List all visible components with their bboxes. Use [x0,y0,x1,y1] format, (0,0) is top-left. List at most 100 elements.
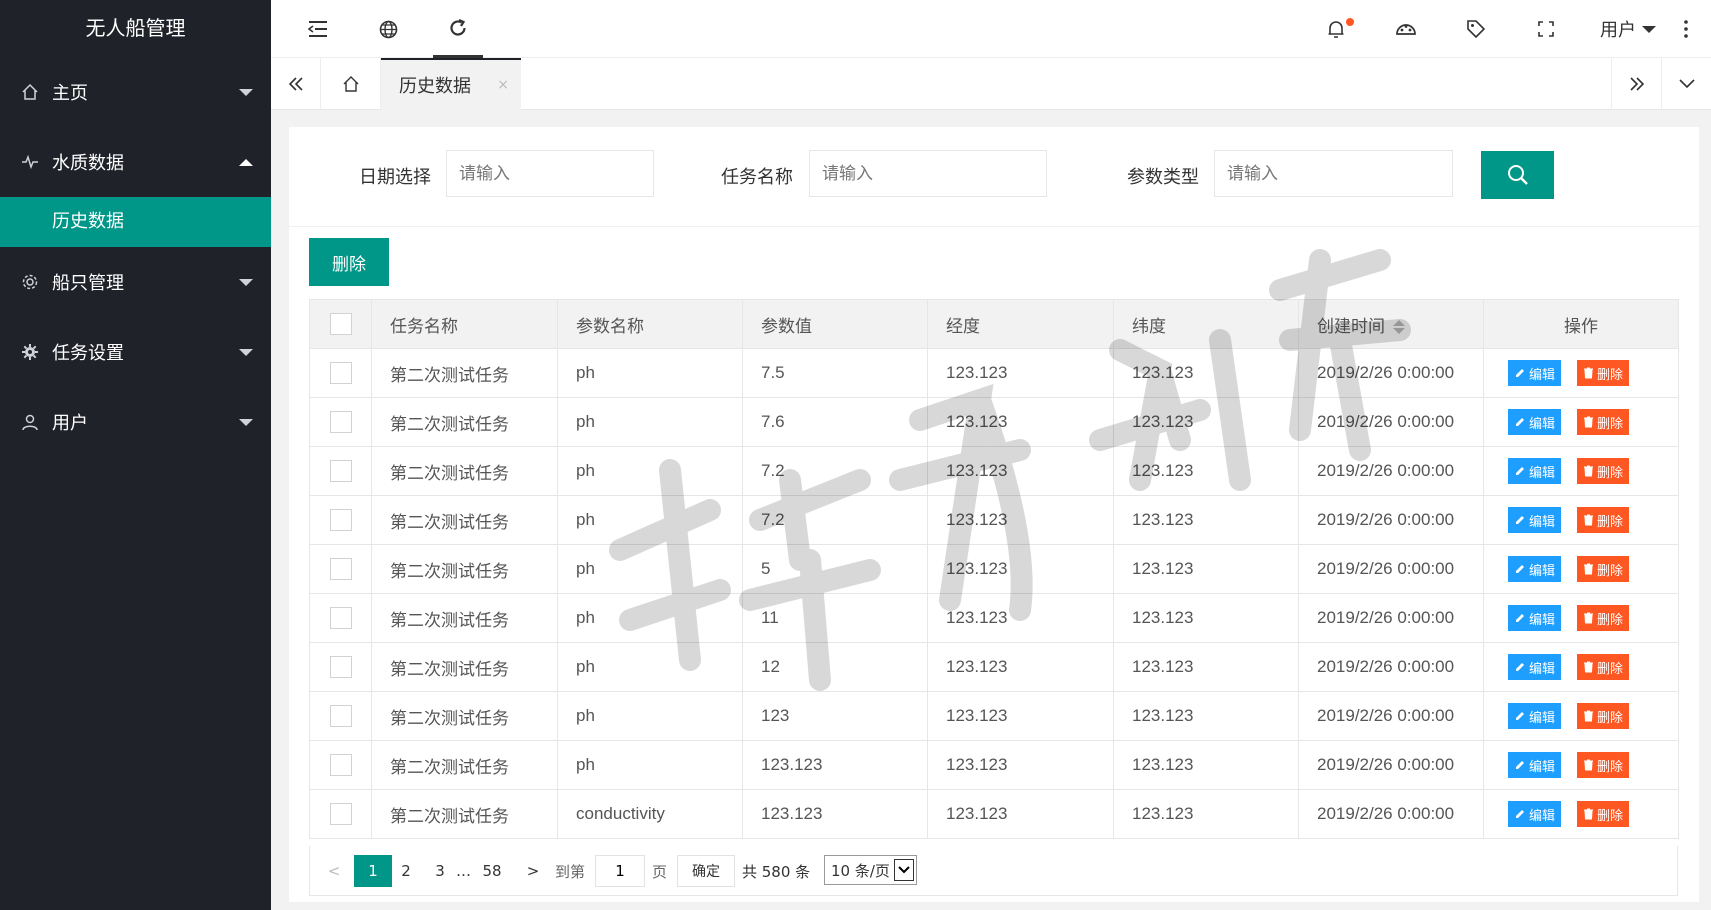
select-all-checkbox[interactable] [329,313,352,335]
cell-task-name: 第二次测试任务 [371,495,558,545]
row-actions: 编辑 删除 [1483,397,1679,447]
row-checkbox[interactable] [329,803,352,825]
pager-next-button[interactable]: > [523,855,543,887]
user-menu[interactable]: 用户 [1600,0,1656,58]
table-row: 第二次测试任务 ph 7.5 123.123 123.123 2019/2/26 0:00… [309,348,1679,398]
delete-button[interactable]: 删除 [1577,409,1630,435]
row-checkbox[interactable] [329,705,352,727]
theme-icon[interactable] [1381,0,1431,58]
cell-latitude: 123.123 [1113,446,1299,496]
pager-page-1[interactable]: 1 [354,855,392,887]
cell-created-time: 2019/2/26 0:00:00 [1298,691,1484,741]
trash-icon [1584,465,1594,477]
edit-button[interactable]: 编辑 [1508,556,1562,582]
pager-confirm-button[interactable]: 确定 [677,855,735,887]
table-row: 第二次测试任务 ph 5 123.123 123.123 2019/2/26 0:00:0… [309,544,1679,594]
pager-page-3[interactable]: 3 [432,855,448,887]
pager-total-count: 共 580 条 [742,862,811,881]
delete-button[interactable]: 删除 [1577,458,1630,484]
tab-menu-chevron-down-icon[interactable] [1661,58,1711,110]
fullscreen-icon[interactable] [1521,0,1571,58]
edit-button[interactable]: 编辑 [1508,409,1562,435]
row-checkbox[interactable] [329,411,352,433]
table-row: 第二次测试任务 conductivity 123.123 123.123 123.123… [309,789,1679,839]
delete-button[interactable]: 删除 [1577,654,1630,680]
tab-scroll-right-icon[interactable] [1611,58,1661,110]
cell-longitude: 123.123 [927,593,1114,643]
tab-history-data[interactable]: 历史数据 × [381,58,521,110]
cell-latitude: 123.123 [1113,642,1299,692]
row-actions: 编辑 删除 [1483,446,1679,496]
row-actions: 编辑 删除 [1483,593,1679,643]
more-icon[interactable] [1661,0,1711,58]
sidebar-item-users[interactable]: 用户 [0,387,271,457]
task-name-input[interactable] [809,150,1047,197]
row-checkbox[interactable] [329,509,352,531]
sort-icon[interactable] [1393,319,1405,334]
column-header-longitude: 经度 [927,299,1114,349]
globe-icon[interactable] [363,0,413,58]
row-actions: 编辑 删除 [1483,348,1679,398]
search-button[interactable] [1481,151,1554,199]
pager-page-size-select[interactable]: 10 条/页 [824,855,917,885]
edit-button[interactable]: 编辑 [1508,605,1562,631]
edit-button[interactable]: 编辑 [1508,752,1562,778]
tab-scroll-left-icon[interactable] [271,58,321,110]
pager-prev-button[interactable]: < [324,855,344,887]
tag-icon[interactable] [1451,0,1501,58]
sidebar-item-label: 水质数据 [52,153,124,174]
delete-button[interactable]: 删除 [1577,556,1630,582]
sidebar-item-home[interactable]: 主页 [0,57,271,127]
cell-param-value: 7.5 [742,348,928,398]
cell-created-time: 2019/2/26 0:00:00 [1298,495,1484,545]
edit-button[interactable]: 编辑 [1508,801,1562,827]
delete-button[interactable]: 删除 [1577,752,1630,778]
date-input[interactable] [446,150,654,197]
close-icon[interactable]: × [497,77,509,93]
column-header-created-time[interactable]: 创建时间 [1298,299,1484,349]
pager-goto-input[interactable] [595,855,645,887]
sidebar-item-label: 主页 [52,83,88,104]
row-checkbox[interactable] [329,754,352,776]
sidebar-item-label: 用户 [52,413,88,434]
param-type-input[interactable] [1214,150,1453,197]
bell-icon[interactable] [1311,0,1361,58]
delete-button[interactable]: 删除 [1577,360,1630,386]
table-row: 第二次测试任务 ph 123.123 123.123 123.123 2019/2/26 … [309,740,1679,790]
chevron-down-icon [894,859,914,881]
delete-button[interactable]: 删除 [1577,507,1630,533]
table-row: 第二次测试任务 ph 12 123.123 123.123 2019/2/26 0:00:… [309,642,1679,692]
edit-button[interactable]: 编辑 [1508,507,1562,533]
delete-button[interactable]: 删除 [1577,703,1630,729]
edit-button[interactable]: 编辑 [1508,654,1562,680]
menu-collapse-icon[interactable] [293,0,343,58]
delete-button[interactable]: 删除 [1577,801,1630,827]
cell-param-name: conductivity [557,789,743,839]
delete-button[interactable]: 删除 [1577,605,1630,631]
pencil-icon [1516,712,1524,720]
row-checkbox[interactable] [329,558,352,580]
edit-button[interactable]: 编辑 [1508,360,1562,386]
sidebar: 无人船管理 主页 水质数据 历史数据 船只管理 任务设置 用户 [0,0,271,910]
batch-delete-button[interactable]: 删除 [309,238,389,286]
cell-longitude: 123.123 [927,544,1114,594]
pencil-icon [1516,418,1524,426]
sidebar-subitem-history[interactable]: 历史数据 [0,197,271,247]
refresh-icon[interactable] [433,0,483,58]
row-checkbox[interactable] [329,656,352,678]
row-checkbox[interactable] [329,607,352,629]
sidebar-item-water-quality[interactable]: 水质数据 [0,127,271,197]
pager-page-last[interactable]: 58 [480,855,504,887]
edit-button[interactable]: 编辑 [1508,458,1562,484]
cell-param-value: 7.6 [742,397,928,447]
pager-page-2[interactable]: 2 [398,855,414,887]
sidebar-item-task-settings[interactable]: 任务设置 [0,317,271,387]
row-checkbox[interactable] [329,460,352,482]
delete-label: 删除 [1597,562,1624,578]
sidebar-item-ship-management[interactable]: 船只管理 [0,247,271,317]
tab-home-icon[interactable] [321,58,381,110]
cell-latitude: 123.123 [1113,397,1299,447]
table-row: 第二次测试任务 ph 7.2 123.123 123.123 2019/2/26 0:00… [309,495,1679,545]
edit-button[interactable]: 编辑 [1508,703,1562,729]
row-checkbox[interactable] [329,362,352,384]
